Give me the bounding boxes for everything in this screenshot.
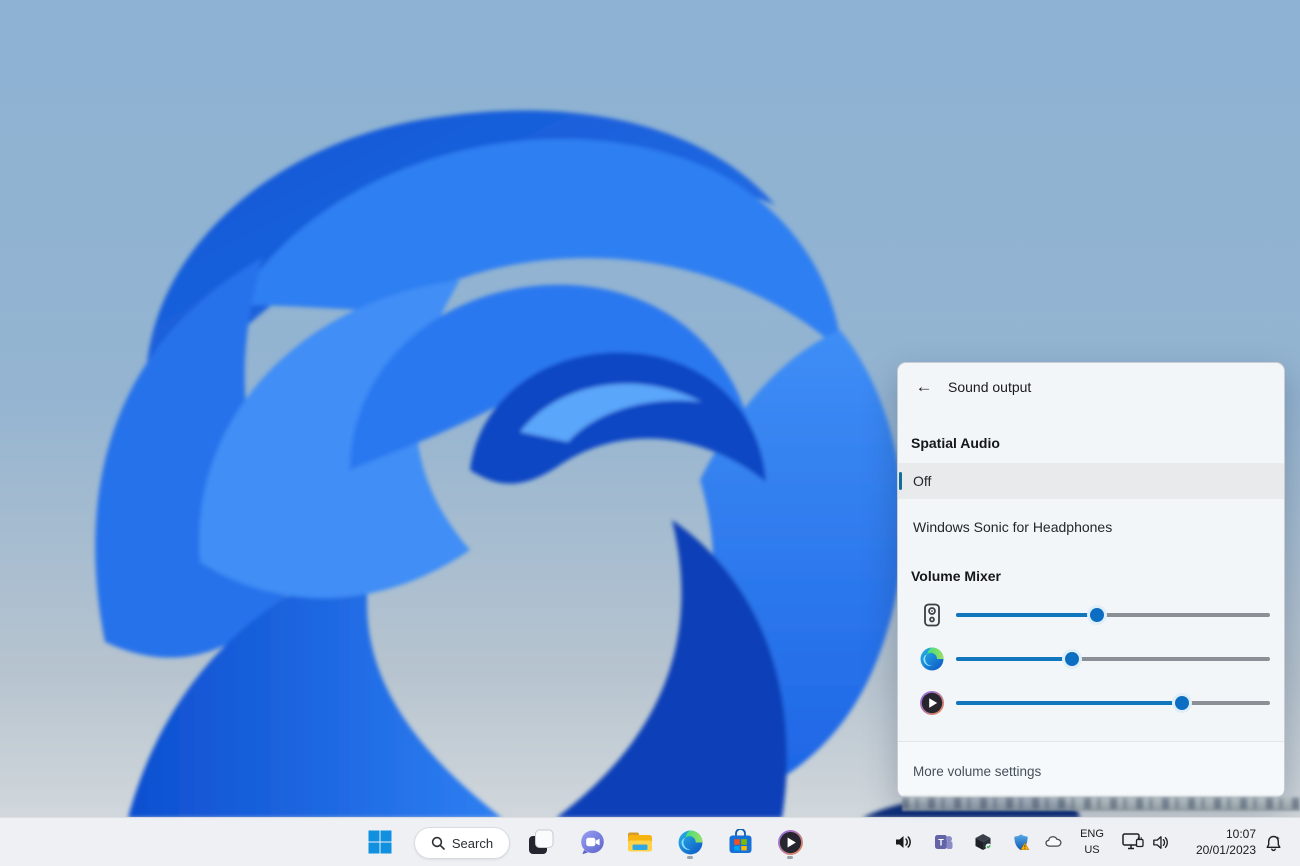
svg-text:T: T bbox=[938, 838, 944, 848]
task-view-button[interactable] bbox=[521, 822, 561, 862]
microsoft-store-button[interactable] bbox=[720, 822, 760, 862]
edge-icon bbox=[919, 646, 945, 672]
microsoft-store-icon bbox=[727, 829, 754, 856]
slider-thumb[interactable] bbox=[1175, 696, 1189, 710]
taskbar: Search bbox=[0, 817, 1300, 866]
media-player-icon bbox=[777, 829, 804, 856]
volume-slider-edge[interactable] bbox=[956, 651, 1270, 667]
option-label: Off bbox=[913, 473, 931, 489]
search-box[interactable]: Search bbox=[414, 827, 510, 859]
tray-language-switcher[interactable]: ENG US bbox=[1072, 826, 1112, 858]
option-label: Windows Sonic for Headphones bbox=[913, 519, 1112, 535]
language-line1: ENG bbox=[1072, 826, 1112, 842]
media-player-icon bbox=[919, 690, 945, 716]
clock[interactable]: 10:07 20/01/2023 bbox=[1182, 826, 1256, 858]
task-view-icon bbox=[528, 829, 554, 855]
search-label: Search bbox=[452, 836, 493, 851]
spatial-audio-option-off[interactable]: Off bbox=[898, 463, 1284, 499]
clock-date: 20/01/2023 bbox=[1182, 842, 1256, 858]
notification-center-button[interactable] bbox=[1260, 830, 1286, 856]
running-indicator bbox=[787, 856, 793, 859]
mixer-row-system bbox=[898, 593, 1284, 637]
edge-icon bbox=[677, 829, 704, 856]
language-line2: US bbox=[1072, 842, 1112, 858]
tray-package-icon[interactable] bbox=[973, 832, 993, 852]
search-icon bbox=[431, 836, 445, 850]
clock-time: 10:07 bbox=[1182, 826, 1256, 842]
tray-onedrive-cloud-icon[interactable] bbox=[1044, 832, 1064, 852]
wired-network-icon bbox=[1121, 831, 1145, 853]
selected-accent-bar bbox=[899, 472, 902, 490]
spatial-audio-option-windows-sonic[interactable]: Windows Sonic for Headphones bbox=[898, 509, 1284, 545]
tray-speaker-icon bbox=[1151, 833, 1170, 852]
flyout-header: ← Sound output bbox=[898, 363, 1284, 411]
tray-volume-icon[interactable] bbox=[893, 832, 913, 852]
mixer-row-media-player bbox=[898, 681, 1284, 725]
volume-mixer-section-label: Volume Mixer bbox=[911, 568, 1001, 584]
more-volume-settings-link[interactable]: More volume settings bbox=[913, 764, 1041, 779]
chat-icon bbox=[579, 829, 606, 856]
slider-thumb[interactable] bbox=[1090, 608, 1104, 622]
spatial-audio-section-label: Spatial Audio bbox=[911, 435, 1000, 451]
file-explorer-button[interactable] bbox=[620, 822, 660, 862]
speaker-device-icon bbox=[919, 602, 945, 628]
notification-bell-icon bbox=[1264, 834, 1283, 853]
start-button[interactable] bbox=[360, 822, 400, 862]
slider-thumb[interactable] bbox=[1065, 652, 1079, 666]
tray-security-shield-icon[interactable] bbox=[1011, 832, 1031, 852]
volume-slider-media-player[interactable] bbox=[956, 695, 1270, 711]
tray-teams-icon[interactable]: T bbox=[933, 832, 953, 852]
edge-taskbar-button[interactable] bbox=[670, 822, 710, 862]
media-player-button[interactable] bbox=[770, 822, 810, 862]
sound-output-flyout: ← Sound output Spatial Audio Off Windows… bbox=[897, 362, 1285, 798]
file-explorer-icon bbox=[626, 828, 654, 856]
mixer-row-edge bbox=[898, 637, 1284, 681]
back-button[interactable]: ← bbox=[908, 371, 940, 403]
running-indicator bbox=[687, 856, 693, 859]
flyout-title: Sound output bbox=[948, 379, 1031, 395]
volume-slider-system[interactable] bbox=[956, 607, 1270, 623]
quick-settings-button[interactable] bbox=[1116, 825, 1174, 859]
windows-logo-icon bbox=[368, 830, 392, 854]
chat-button[interactable] bbox=[572, 822, 612, 862]
flyout-footer: More volume settings bbox=[898, 741, 1284, 797]
